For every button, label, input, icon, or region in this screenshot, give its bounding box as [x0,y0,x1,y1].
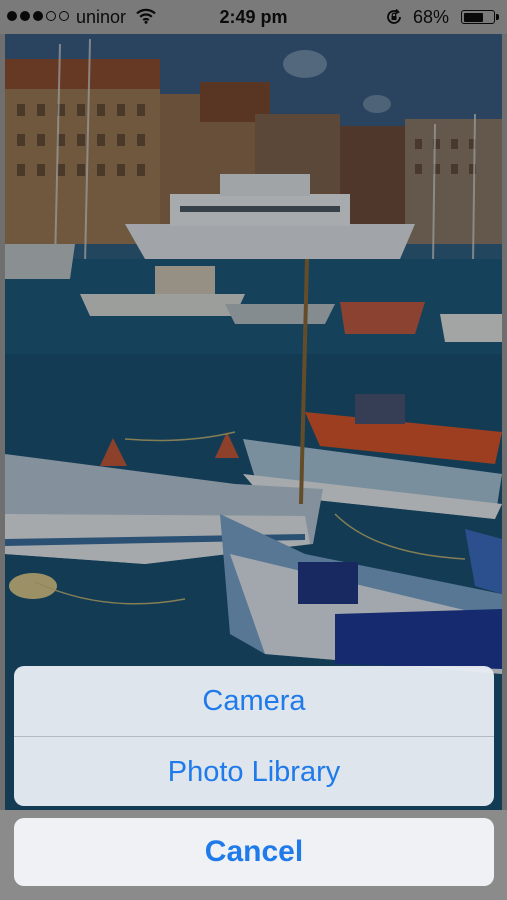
battery-tip [496,14,499,20]
photo-library-option[interactable]: Photo Library [14,737,494,806]
battery-percentage: 68% [413,7,450,27]
battery-level-fill [463,12,484,22]
battery-icon [461,10,495,24]
status-bar: uninor 2:49 pm 68% [0,0,507,34]
cancel-button[interactable]: Cancel [14,818,494,886]
rotation-lock-icon [385,8,403,31]
action-sheet: Camera Photo Library [14,666,494,806]
screen: uninor 2:49 pm 68% Camera Photo Library … [0,0,507,900]
camera-option[interactable]: Camera [14,666,494,736]
